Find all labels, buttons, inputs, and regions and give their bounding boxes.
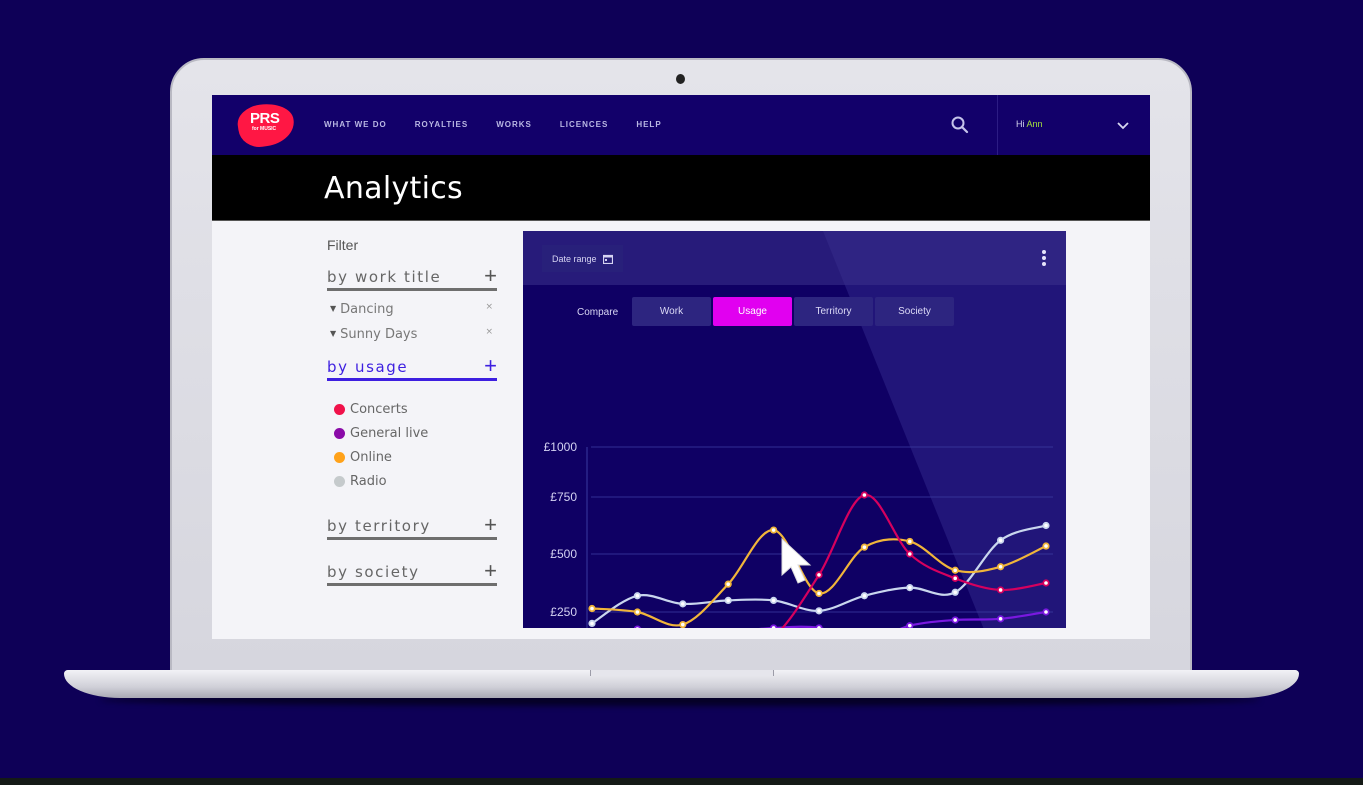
nav-link-help[interactable]: HELP	[636, 120, 661, 129]
filter-by-usage[interactable]: by usage +	[327, 353, 497, 381]
nav-link-royalties[interactable]: ROYALTIES	[415, 120, 468, 129]
filter-funnel-icon: ▼	[330, 304, 337, 313]
data-point-center-online	[681, 622, 685, 627]
page-title: Analytics	[324, 171, 463, 206]
legend-item-general-live[interactable]: General live	[334, 426, 428, 441]
data-point-center-online	[998, 564, 1003, 569]
data-point-center-radio	[590, 621, 594, 626]
filter-by-work-title[interactable]: by work title +	[327, 263, 497, 291]
data-point-center-concerts	[998, 588, 1003, 592]
data-point-center-online	[590, 606, 594, 611]
y-tick-label: £1000	[544, 440, 578, 454]
legend-label: Concerts	[350, 402, 408, 417]
data-point-center-online	[862, 545, 867, 549]
search-icon[interactable]	[950, 115, 970, 135]
data-point-center-concerts	[953, 576, 957, 581]
filter-by-society[interactable]: by society +	[327, 558, 497, 586]
filter-section-label: by territory	[327, 517, 431, 535]
data-point-center-concerts	[862, 493, 867, 497]
greeting-text: Hi	[1016, 119, 1025, 129]
data-point-center-online	[908, 539, 912, 544]
nav-link-what-we-do[interactable]: WHAT WE DO	[324, 120, 387, 129]
user-name: Ann	[1026, 119, 1043, 129]
legend-item-concerts[interactable]: Concerts	[334, 402, 408, 417]
legend-item-radio[interactable]: Radio	[334, 474, 387, 489]
legend-dot	[334, 452, 345, 463]
legend-label: Radio	[350, 474, 387, 489]
legend-dot	[334, 404, 345, 415]
data-point-center-online	[817, 591, 821, 596]
filter-heading: Filter	[327, 237, 359, 253]
y-tick-label: £500	[550, 547, 577, 561]
plus-icon[interactable]: +	[484, 558, 497, 584]
data-point-center-concerts	[1044, 581, 1048, 585]
data-point-center-online	[1044, 544, 1048, 548]
y-tick-label: £250	[550, 605, 577, 619]
data-point-center-radio	[998, 538, 1003, 543]
data-point-center-online	[726, 582, 730, 586]
nav-link-licences[interactable]: LICENCES	[560, 120, 608, 129]
chip-label: Dancing	[340, 302, 394, 317]
data-point-center-radio	[908, 585, 912, 590]
nav-link-works[interactable]: WORKS	[496, 120, 532, 129]
data-point-center-concerts	[817, 573, 821, 577]
data-point-center-radio	[1044, 523, 1048, 528]
nav-divider	[997, 95, 998, 155]
nav-links: WHAT WE DO ROYALTIES WORKS LICENCES HELP	[324, 120, 690, 129]
data-point-center-radio	[771, 598, 776, 603]
plus-icon[interactable]: +	[484, 353, 497, 379]
filter-section-label: by work title	[327, 268, 442, 286]
logo-subtext: for MUSIC	[252, 126, 277, 132]
data-point-center-radio	[953, 590, 957, 595]
laptop-screen: PRS for MUSIC WHAT WE DO ROYALTIES WORKS…	[212, 95, 1150, 639]
y-tick-label: £750	[550, 490, 577, 504]
laptop-camera	[676, 74, 685, 84]
work-chip-dancing: ▼ Dancing ×	[330, 302, 497, 317]
filter-section-label: by society	[327, 563, 420, 581]
work-chip-sunny-days: ▼ Sunny Days ×	[330, 327, 497, 342]
mouse-cursor-icon	[781, 537, 812, 584]
data-point-center-general-live	[953, 618, 957, 622]
chip-label: Sunny Days	[340, 327, 418, 342]
legend-dot	[334, 476, 345, 487]
logo-text: PRS	[250, 110, 280, 127]
remove-chip-icon[interactable]: ×	[485, 302, 493, 312]
data-point-center-radio	[726, 598, 730, 603]
data-point-center-radio	[862, 593, 867, 598]
video-bottom-strip	[0, 778, 1363, 785]
laptop-hinge-notch	[590, 670, 774, 676]
page-header: Analytics	[212, 155, 1150, 221]
legend-label: Online	[350, 450, 392, 465]
plus-icon[interactable]: +	[484, 512, 497, 538]
data-point-center-radio	[635, 593, 640, 598]
data-point-center-online	[953, 568, 957, 573]
data-point-center-concerts	[908, 552, 912, 556]
data-point-center-online	[635, 610, 640, 614]
filter-by-territory[interactable]: by territory +	[327, 512, 497, 540]
data-point-center-radio	[681, 602, 685, 606]
plus-icon[interactable]: +	[484, 263, 497, 289]
remove-chip-icon[interactable]: ×	[485, 327, 493, 337]
analytics-chart-card: Date range Compare Work Usage Territory …	[523, 231, 1066, 628]
chevron-down-icon[interactable]	[1116, 118, 1130, 132]
data-point-center-radio	[817, 609, 821, 613]
top-navigation: PRS for MUSIC WHAT WE DO ROYALTIES WORKS…	[212, 95, 1150, 155]
filter-section-label: by usage	[327, 358, 409, 376]
legend-dot	[334, 428, 345, 439]
user-greeting[interactable]: Hi Ann	[1016, 119, 1043, 129]
data-point-center-online	[771, 528, 776, 532]
data-point-center-general-live	[998, 617, 1003, 621]
data-point-center-general-live	[908, 623, 912, 628]
data-point-center-general-live	[1044, 610, 1048, 614]
filter-funnel-icon: ▼	[330, 329, 337, 338]
legend-item-online[interactable]: Online	[334, 450, 392, 465]
legend-label: General live	[350, 426, 429, 441]
